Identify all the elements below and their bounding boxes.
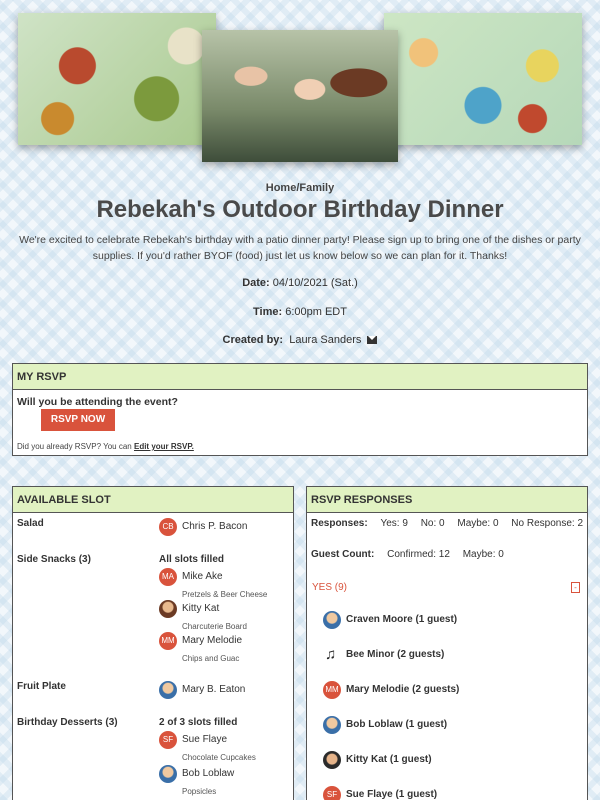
avatar [323,751,341,769]
event-description: We're excited to celebrate Rebekah's bir… [19,234,581,262]
available-slot-panel: AVAILABLE SLOT Salad CB Chris P. Bacon S… [12,486,294,800]
rsvp-responses-panel: RSVP RESPONSES Responses: Yes: 9 No: 0 M… [306,486,588,800]
slot-status: All slots filled [159,554,225,565]
yes-count: Yes: 9 [380,518,408,529]
confirmed-count: Confirmed: 12 [387,549,450,560]
guest-name: Kitty Kat (1 guest) [346,754,432,765]
signup-name: Mary B. Eaton [182,684,246,695]
rsvp-responses-header: RSVP RESPONSES [307,487,587,513]
guest-item: Bob Loblaw (1 guest) [323,716,583,736]
edit-rsvp-link[interactable]: Edit your RSVP. [134,442,194,451]
guest-name: Bee Minor (2 guests) [346,649,445,660]
my-rsvp-panel: MY RSVP Will you be attending the event?… [12,363,588,456]
signup-note: Popsicles [182,787,217,796]
avatar [323,716,341,734]
no-response-count: No Response: 2 [511,518,584,529]
event-banner [0,0,600,170]
avatar: SF [323,786,341,800]
guest-item: Kitty Kat (1 guest) [323,751,583,771]
slot-status: 2 of 3 slots filled [159,717,238,728]
guest-count-label: Guest Count: [311,549,375,560]
rsvp-question: Will you be attending the event? [17,396,178,408]
signup-name: Bob Loblaw [182,768,235,779]
page-title: Rebekah's Outdoor Birthday Dinner [96,196,504,223]
avatar: SF [159,731,177,749]
signup-note: Pretzels & Beer Cheese [182,590,268,599]
signup-name: Chris P. Bacon [182,521,248,532]
slot-name: Side Snacks (3) [17,554,91,565]
rsvp-now-button[interactable]: RSVP NOW [41,409,115,431]
signup-note: Charcuterie Board [182,622,247,631]
event-time: Time: 6:00pm EDT [0,306,600,318]
rsvp-note-text: Did you already RSVP? You can [17,442,132,451]
avatar [159,600,177,618]
time-value: 6:00pm EDT [285,306,347,318]
avatar: MM [159,632,177,650]
guest-name: Sue Flaye (1 guest) [346,789,438,800]
guest-item: SF Sue Flaye (1 guest) [323,786,583,800]
time-label: Time: [253,306,283,318]
responses-summary: Responses: Yes: 9 No: 0 Maybe: 0 No Resp… [311,518,583,529]
slot-name: Fruit Plate [17,681,66,692]
slot-name: Salad [17,518,44,529]
food-spread-photo [18,13,216,145]
collapse-icon[interactable]: - [571,582,580,593]
guest-item: Craven Moore (1 guest) [323,611,583,631]
signup-note: Chips and Guac [182,654,240,663]
signup-name: Mary Melodie [182,635,243,646]
signup-name: Kitty Kat [182,603,220,614]
no-count: No: 0 [420,518,445,529]
event-creator: Created by: Laura Sanders [0,334,600,346]
avatar [159,681,177,699]
created-value: Laura Sanders [289,334,362,346]
guest-name: Mary Melodie (2 guests) [346,684,460,695]
guest-name: Craven Moore (1 guest) [346,614,458,625]
date-value: 04/10/2021 (Sat.) [272,277,358,289]
available-slot-header: AVAILABLE SLOT [13,487,293,513]
my-rsvp-header: MY RSVP [13,364,587,390]
event-date: Date: 04/10/2021 (Sat.) [0,277,600,289]
table-dishes-photo [384,13,582,145]
created-label: Created by: [222,334,284,346]
guest-item: ♫ Bee Minor (2 guests) [323,646,583,666]
avatar: MM [323,681,341,699]
guest-name: Bob Loblaw (1 guest) [346,719,448,730]
friends-party-photo [202,30,398,162]
date-label: Date: [242,277,270,289]
avatar: CB [159,518,177,536]
guest-item: MM Mary Melodie (2 guests) [323,681,583,701]
music-note-icon: ♫ [325,646,337,663]
maybe-count: Maybe: 0 [457,518,499,529]
slot-name: Birthday Desserts (3) [17,717,118,728]
rsvp-note: Did you already RSVP? You can Edit your … [17,442,194,451]
guest-maybe-count: Maybe: 0 [462,549,504,560]
envelope-icon[interactable] [367,336,378,345]
avatar [159,765,177,783]
yes-group-toggle[interactable]: YES (9) - [308,577,586,599]
breadcrumb[interactable]: Home/Family [0,182,600,194]
signup-name: Mike Ake [182,571,223,582]
guest-count: Guest Count: Confirmed: 12 Maybe: 0 [311,549,504,560]
yes-group-label: YES (9) [312,582,348,593]
avatar [323,611,341,629]
signup-note: Chocolate Cupcakes [182,753,256,762]
avatar: MA [159,568,177,586]
responses-label: Responses: [311,518,368,529]
signup-name: Sue Flaye [182,734,228,745]
